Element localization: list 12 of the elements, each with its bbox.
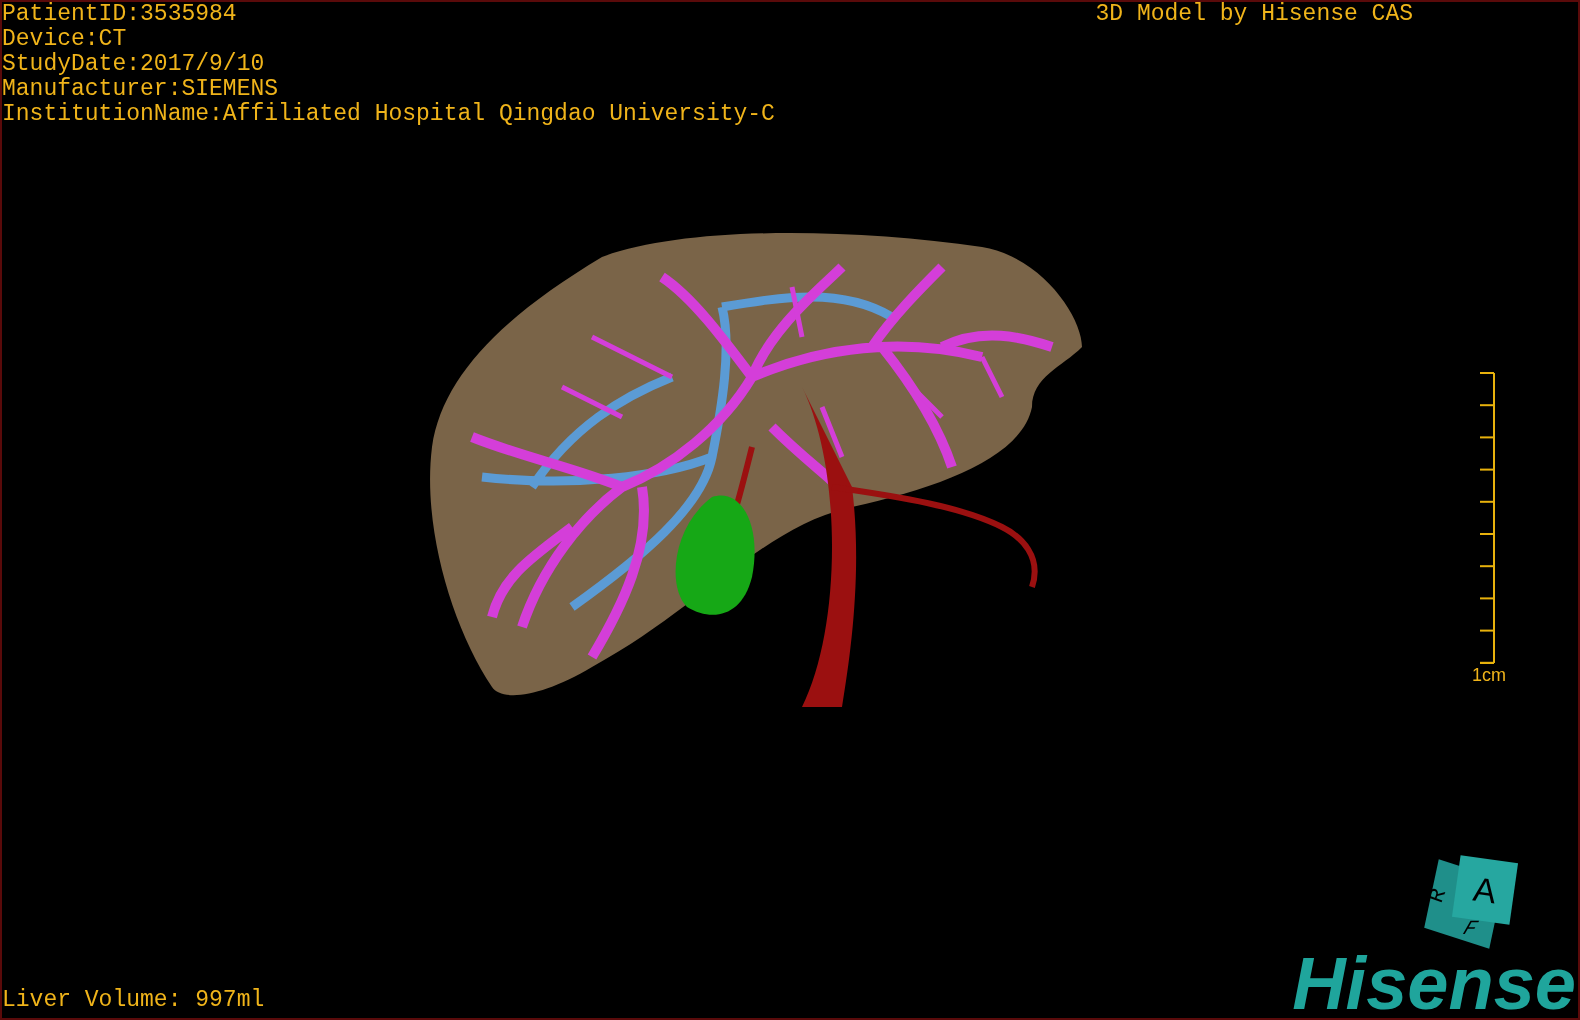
study-info-text: Manufacturer:SIEMENS	[2, 77, 280, 102]
study-info-text: InstitutionName:Affiliated Hospital Qingdao University-C	[2, 102, 775, 127]
scale-label: 1cm	[1472, 664, 1506, 686]
cube-face-label: A	[1471, 871, 1499, 909]
study-info-text: Device:CT	[2, 27, 128, 52]
model-title: 3D Model by Hisense CAS	[1095, 2, 1413, 29]
brand-logo: Hisense	[1292, 950, 1576, 1018]
study-info-text: StudyDate:2017/9/10	[2, 52, 266, 77]
liver-volume-text: Liver Volume: 997ml	[2, 986, 265, 1014]
study-info-text: PatientID:3535984	[2, 2, 238, 27]
scale-bar-icon	[1478, 372, 1498, 664]
cube-face-label: F	[1458, 919, 1482, 939]
